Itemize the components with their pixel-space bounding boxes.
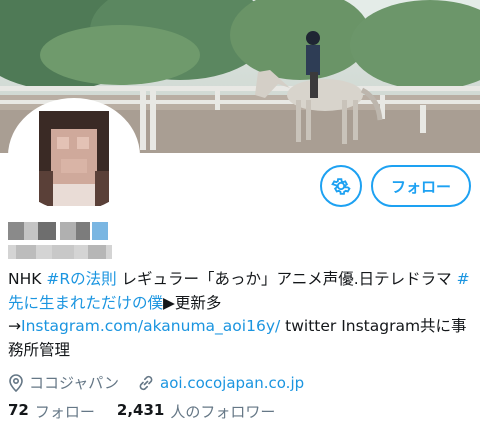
location-text: ココジャパン: [29, 374, 120, 392]
display-name-redacted: [8, 222, 118, 240]
instagram-link[interactable]: Instagram.com/akanuma_aoi16y/: [21, 317, 280, 335]
followers-count[interactable]: 2,431 人のフォロワー: [117, 401, 275, 422]
profile-avatar[interactable]: [8, 98, 140, 214]
hashtag-link[interactable]: #Rの法則: [46, 270, 116, 288]
followers-number: 2,431: [116, 401, 165, 419]
bio-text: NHK: [8, 270, 47, 288]
following-count[interactable]: 72 フォロー: [8, 401, 95, 422]
bio-text: レギュラー「あっか」アニメ声優.日テレドラマ: [116, 270, 457, 288]
website[interactable]: aoi.cocojapan.co.jp: [137, 374, 304, 392]
link-icon: [139, 375, 153, 390]
profile-meta: ココジャパン aoi.cocojapan.co.jp: [8, 372, 322, 393]
follow-button-label: フォロー: [390, 177, 451, 196]
gear-icon: [331, 178, 351, 195]
follow-button[interactable]: フォロー: [371, 165, 471, 207]
profile-bio: NHK #Rの法則 レギュラー「あっか」アニメ声優.日テレドラマ #先に生まれた…: [8, 268, 474, 362]
website-link[interactable]: aoi.cocojapan.co.jp: [160, 374, 304, 392]
settings-button[interactable]: [320, 165, 362, 207]
followers-label: 人のフォロワー: [170, 403, 276, 421]
handle-redacted: [8, 244, 112, 259]
follow-counts: 72 フォロー 2,431 人のフォロワー: [8, 401, 297, 422]
following-number: 72: [8, 401, 29, 419]
following-label: フォロー: [34, 403, 95, 421]
location: ココジャパン: [8, 372, 119, 393]
location-pin-icon: [9, 373, 23, 392]
